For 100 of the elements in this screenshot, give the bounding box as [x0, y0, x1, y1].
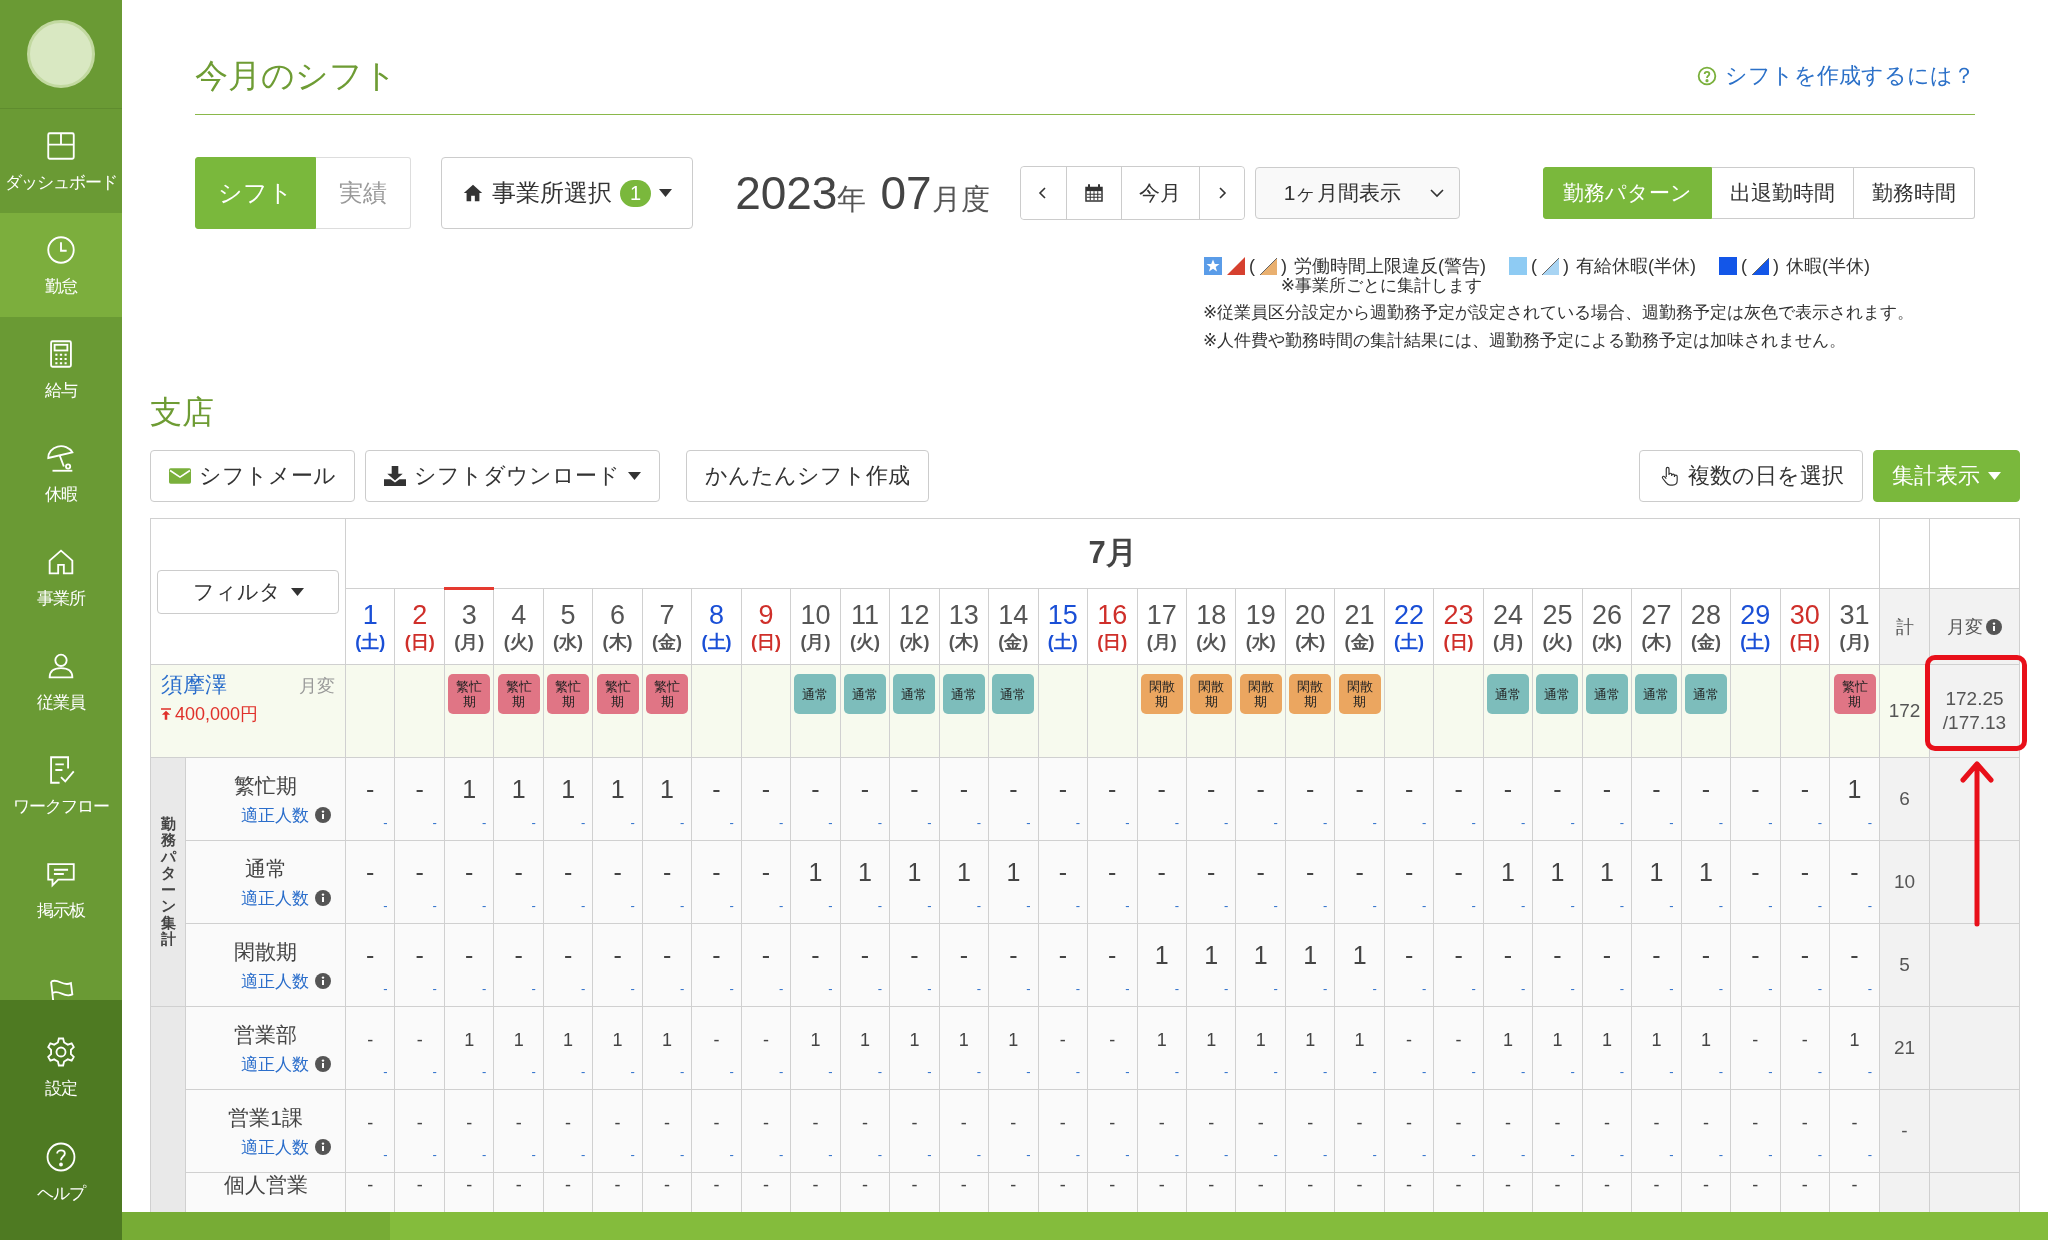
employee-name-link[interactable]: 須摩澤: [161, 673, 227, 697]
shift-badge[interactable]: 閑散期: [1140, 674, 1183, 714]
range-select[interactable]: 1ヶ月間表示: [1254, 167, 1460, 219]
count-value: -: [1108, 1112, 1117, 1135]
download-button[interactable]: シフトダウンロード: [365, 450, 660, 502]
info-icon[interactable]: [314, 807, 331, 823]
count-value: -: [365, 857, 376, 887]
shift-badge[interactable]: 閑散期: [1289, 674, 1332, 714]
mode-tab[interactable]: 実績: [316, 157, 411, 229]
target-value: -: [383, 816, 388, 830]
count-value: -: [1849, 940, 1860, 970]
sidebar-item[interactable]: ダッシュボード: [0, 109, 122, 213]
sidebar-item[interactable]: 設定: [0, 1015, 122, 1120]
count-value: 1: [1304, 1029, 1317, 1052]
shift-badge[interactable]: 繁忙期: [547, 674, 590, 714]
target-value: -: [1224, 1148, 1229, 1162]
shift-badge[interactable]: 通常: [1635, 674, 1678, 714]
count-value: -: [810, 774, 821, 804]
target-value: -: [482, 1065, 487, 1079]
count-value: -: [663, 1112, 672, 1135]
target-value: -: [581, 1065, 586, 1079]
sidebar-item[interactable]: 給与: [0, 317, 122, 421]
create-shift-button[interactable]: かんたんシフト作成: [686, 450, 929, 502]
shift-badge[interactable]: 通常: [1684, 674, 1727, 714]
sidebar-item[interactable]: 休暇: [0, 421, 122, 525]
day-number: 28: [1689, 599, 1722, 630]
day-number: 1: [361, 599, 379, 630]
count-value: -: [1403, 857, 1415, 887]
target-value: -: [1520, 816, 1526, 830]
weekday-label: (火): [848, 630, 881, 654]
office-select[interactable]: 事業所選択 1: [441, 157, 694, 229]
info-icon[interactable]: [314, 1056, 331, 1072]
sidebar-item[interactable]: 掲示板: [0, 837, 122, 941]
department-name: 営業部: [233, 1021, 298, 1048]
count-value: -: [1306, 1112, 1315, 1135]
info-icon[interactable]: [314, 973, 331, 989]
shift-badge[interactable]: 通常: [1487, 674, 1529, 714]
target-value: -: [729, 899, 734, 913]
view-toggle[interactable]: 出退勤時間: [1712, 167, 1854, 219]
info-icon[interactable]: [1986, 618, 2002, 635]
shift-badge[interactable]: 繁忙期: [1833, 674, 1876, 714]
sidebar-item[interactable]: 事業所: [0, 525, 122, 629]
select-days-button[interactable]: 複数の日を選択: [1639, 450, 1863, 502]
group-label: 勤務パターン集計: [160, 815, 176, 948]
target-count-link[interactable]: 適正人数: [240, 1135, 309, 1159]
count-value: -: [1504, 1112, 1512, 1135]
target-count-link[interactable]: 適正人数: [240, 969, 309, 993]
info-icon[interactable]: [314, 1139, 331, 1155]
target-value: -: [1273, 982, 1278, 996]
mail-button[interactable]: シフトメール: [150, 450, 355, 502]
shift-badge[interactable]: 通常: [992, 674, 1035, 714]
view-toggle[interactable]: 勤務時間: [1854, 167, 1975, 219]
count-value: -: [366, 1175, 375, 1195]
shift-badge[interactable]: 繁忙期: [596, 674, 639, 714]
sidebar-item[interactable]: ワークフロー: [0, 733, 122, 837]
target-value: -: [531, 899, 536, 913]
sidebar-item[interactable]: ヘルプ: [0, 1120, 122, 1225]
target-value: -: [1768, 1148, 1773, 1162]
count-value: -: [1799, 857, 1810, 887]
count-value: -: [711, 774, 722, 804]
count-value: 1: [609, 774, 626, 804]
day-number: 23: [1442, 599, 1475, 630]
count-value: -: [1354, 857, 1365, 887]
count-value: 1: [1353, 1029, 1366, 1052]
filter-button[interactable]: フィルタ: [157, 570, 339, 614]
shift-badge[interactable]: 閑散期: [1190, 674, 1233, 714]
shift-badge[interactable]: 通常: [942, 674, 985, 714]
shift-badge[interactable]: 通常: [843, 674, 886, 714]
shift-badge[interactable]: 通常: [893, 674, 936, 714]
target-count-link[interactable]: 適正人数: [240, 803, 309, 827]
count-value: -: [860, 1112, 869, 1135]
count-value: -: [1107, 857, 1118, 887]
shift-badge[interactable]: 通常: [1536, 674, 1579, 714]
shift-badge[interactable]: 閑散期: [1239, 674, 1282, 714]
count-value: 1: [659, 774, 675, 804]
target-value: -: [1125, 1148, 1130, 1162]
sidebar-item[interactable]: 従業員: [0, 629, 122, 733]
target-count-link[interactable]: 適正人数: [240, 1052, 309, 1076]
count-value: -: [1800, 1112, 1809, 1135]
help-link[interactable]: シフトを作成するには？: [1697, 61, 1975, 91]
target-value: -: [630, 1148, 635, 1162]
count-value: -: [1750, 940, 1761, 970]
target-value: -: [976, 982, 982, 996]
target-value: -: [1323, 982, 1328, 996]
day-number: 30: [1788, 599, 1821, 630]
target-value: -: [1273, 816, 1278, 830]
count-value: -: [1553, 1112, 1562, 1135]
shift-badge[interactable]: 繁忙期: [646, 674, 689, 714]
count-value: -: [959, 1112, 968, 1135]
target-value: -: [383, 899, 388, 913]
target-value: -: [1867, 982, 1872, 996]
shift-badge[interactable]: 繁忙期: [448, 674, 491, 714]
target-value: -: [828, 1065, 833, 1079]
count-value: 1: [512, 1029, 525, 1052]
shift-badge[interactable]: 通常: [1585, 674, 1628, 714]
info-icon[interactable]: [314, 890, 331, 906]
shift-badge[interactable]: 通常: [794, 674, 837, 714]
target-count-link[interactable]: 適正人数: [240, 886, 309, 910]
shift-badge[interactable]: 繁忙期: [497, 674, 540, 714]
shift-badge[interactable]: 閑散期: [1338, 674, 1381, 714]
